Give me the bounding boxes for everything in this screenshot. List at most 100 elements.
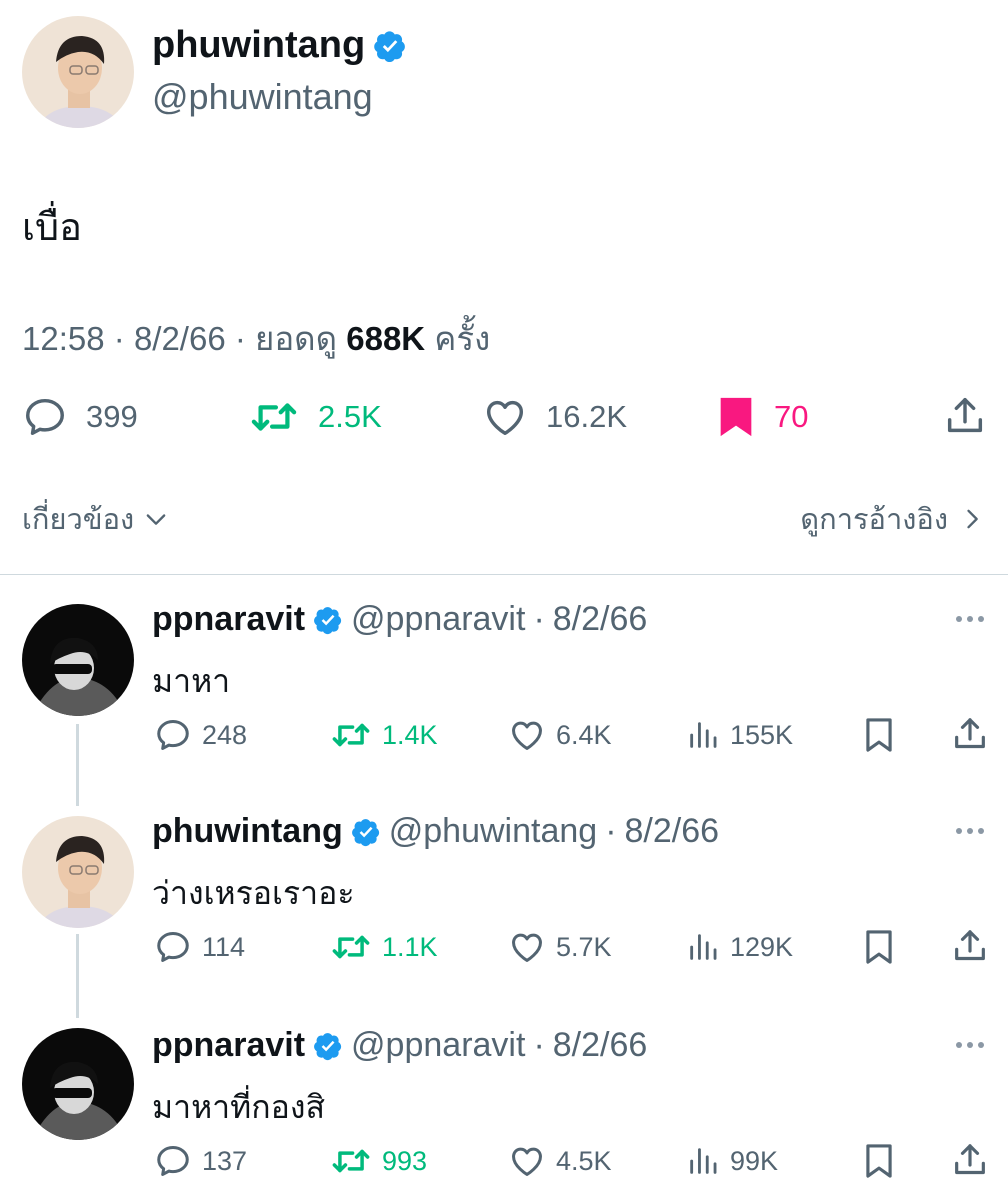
reply-icon — [154, 928, 192, 966]
reply-action[interactable]: 114 — [154, 928, 245, 966]
reply-count: 137 — [202, 1145, 248, 1176]
share-icon[interactable] — [950, 714, 990, 754]
retweet-icon — [248, 394, 300, 440]
tweet-meta: 12:58 · 8/2/66 · ยอดดู 688K ครั้ง — [22, 312, 490, 365]
chevron-down-icon — [142, 505, 170, 533]
quotes-label: ดูการอ้างอิง — [800, 504, 948, 536]
view-quotes-link[interactable]: ดูการอ้างอิง — [800, 496, 986, 542]
bookmark-icon[interactable] — [862, 928, 896, 966]
share-icon[interactable] — [950, 926, 990, 966]
share-icon[interactable] — [942, 392, 988, 440]
main-like-count: 16.2K — [546, 399, 628, 434]
related-label: เกี่ยวข้อง — [22, 504, 135, 536]
retweet-count: 1.1K — [382, 931, 438, 962]
main-reply-action[interactable]: 399 — [22, 394, 138, 440]
reply-display-name[interactable]: phuwintang — [152, 812, 343, 851]
main-bookmark-action[interactable]: 70 — [716, 394, 808, 440]
more-icon[interactable] — [952, 604, 988, 634]
like-count: 5.7K — [556, 931, 612, 962]
reply-handle[interactable]: @ppnaravit — [351, 1026, 525, 1065]
more-icon[interactable] — [952, 1030, 988, 1060]
retweet-icon — [330, 928, 372, 966]
retweet-action[interactable]: 1.1K — [330, 928, 438, 966]
main-handle[interactable]: @phuwintang — [152, 76, 373, 118]
retweet-count: 1.4K — [382, 719, 438, 750]
retweet-icon — [330, 716, 372, 754]
reply-text: มาหาที่กองสิ — [152, 1089, 325, 1125]
views-icon — [686, 1142, 720, 1180]
main-bookmark-count: 70 — [774, 399, 809, 434]
avatar-ppnaravit[interactable] — [22, 1028, 134, 1140]
main-author-name[interactable]: phuwintang — [152, 24, 407, 67]
reply-icon — [154, 716, 192, 754]
bookmark-icon[interactable] — [862, 716, 896, 754]
thread-connector — [76, 724, 79, 806]
like-icon — [508, 716, 546, 754]
like-icon — [508, 928, 546, 966]
like-count: 4.5K — [556, 1145, 612, 1176]
views-action[interactable]: 129K — [686, 928, 793, 966]
meta-separator: · — [234, 320, 246, 357]
header-separator: · — [533, 1026, 545, 1064]
reply-header: phuwintang @phuwintang · 8/2/66 — [152, 812, 719, 851]
more-icon[interactable] — [952, 816, 988, 846]
views-action[interactable]: 99K — [686, 1142, 778, 1180]
main-retweet-action[interactable]: 2.5K — [248, 394, 382, 440]
reply-action[interactable]: 248 — [154, 716, 247, 754]
reply-text: ว่างเหรอเราอะ — [152, 875, 355, 911]
bookmark-icon — [716, 394, 756, 440]
retweet-action[interactable]: 1.4K — [330, 716, 438, 754]
reply-date[interactable]: 8/2/66 — [625, 812, 720, 851]
main-reply-count: 399 — [86, 399, 138, 434]
main-like-action[interactable]: 16.2K — [482, 394, 627, 440]
reply-display-name[interactable]: ppnaravit — [152, 600, 305, 639]
meta-separator: · — [113, 320, 125, 357]
reply-count: 114 — [202, 931, 246, 962]
retweet-action[interactable]: 993 — [330, 1142, 427, 1180]
views-suffix: ครั้ง — [434, 320, 491, 357]
verified-badge-icon — [313, 605, 343, 635]
like-action[interactable]: 4.5K — [508, 1142, 612, 1180]
like-action[interactable]: 6.4K — [508, 716, 612, 754]
like-action[interactable]: 5.7K — [508, 928, 612, 966]
views-count: 129K — [730, 931, 794, 962]
reply-display-name[interactable]: ppnaravit — [152, 1026, 305, 1065]
reply-date[interactable]: 8/2/66 — [553, 600, 648, 639]
views-icon — [686, 928, 720, 966]
views-icon — [686, 716, 720, 754]
views-action[interactable]: 155K — [686, 716, 793, 754]
reply-count: 248 — [202, 719, 248, 750]
reply-handle[interactable]: @phuwintang — [389, 812, 597, 851]
share-icon[interactable] — [950, 1140, 990, 1180]
avatar-ppnaravit[interactable] — [22, 604, 134, 716]
verified-badge-icon — [373, 29, 407, 63]
header-separator: · — [533, 600, 545, 638]
retweet-count: 993 — [382, 1145, 428, 1176]
reply-action[interactable]: 137 — [154, 1142, 247, 1180]
retweet-icon — [330, 1142, 372, 1180]
tweet-date[interactable]: 8/2/66 — [134, 320, 226, 357]
views-count: 688K — [346, 320, 426, 357]
reply-icon — [154, 1142, 192, 1180]
thread-connector — [76, 934, 79, 1018]
divider — [0, 574, 1008, 575]
like-icon — [508, 1142, 546, 1180]
like-icon — [482, 394, 528, 440]
main-display-name[interactable]: phuwintang — [152, 24, 365, 67]
verified-badge-icon — [313, 1031, 343, 1061]
avatar-phuwintang[interactable] — [22, 816, 134, 928]
main-retweet-count: 2.5K — [318, 399, 382, 434]
avatar-phuwintang-main[interactable] — [22, 16, 134, 128]
main-tweet-text: เบื่อ — [22, 207, 82, 249]
reply-date[interactable]: 8/2/66 — [553, 1026, 648, 1065]
verified-badge-icon — [351, 817, 381, 847]
reply-handle[interactable]: @ppnaravit — [351, 600, 525, 639]
tweet-time[interactable]: 12:58 — [22, 320, 105, 357]
bookmark-icon[interactable] — [862, 1142, 896, 1180]
reply-header: ppnaravit @ppnaravit · 8/2/66 — [152, 1026, 647, 1065]
views-count: 99K — [730, 1145, 779, 1176]
header-separator: · — [605, 812, 617, 850]
related-toggle[interactable]: เกี่ยวข้อง — [22, 496, 170, 542]
chevron-right-icon — [958, 505, 986, 533]
views-count: 155K — [730, 719, 794, 750]
